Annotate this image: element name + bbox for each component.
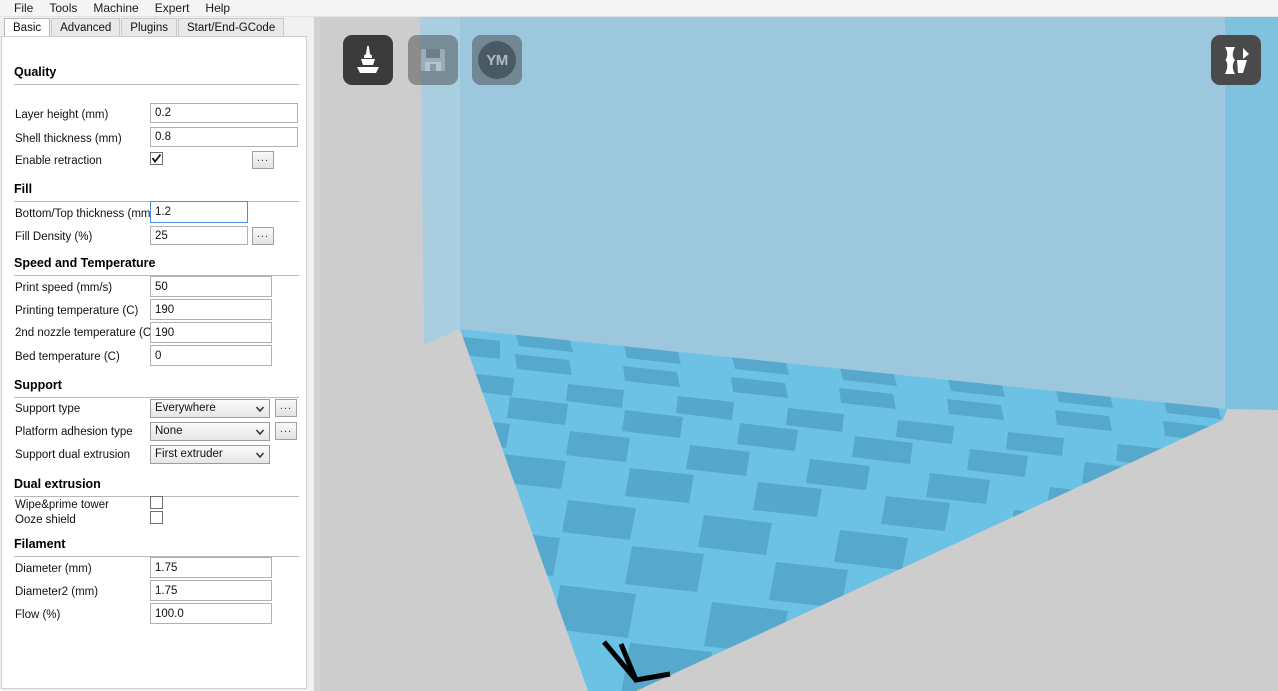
button-platform-adhesion-options[interactable]: ... xyxy=(275,422,297,440)
share-youmagine-button[interactable]: YM xyxy=(472,35,522,85)
chevron-down-icon xyxy=(255,405,265,412)
input-fill-density[interactable] xyxy=(150,226,248,245)
tab-plugins[interactable]: Plugins xyxy=(121,18,177,36)
youmagine-label: YM xyxy=(486,51,508,69)
panel-splitter[interactable] xyxy=(314,17,320,691)
input-bottom-top-thickness[interactable] xyxy=(150,201,248,223)
checkbox-ooze-shield[interactable] xyxy=(150,511,163,524)
input-shell-thickness[interactable] xyxy=(150,127,298,147)
input-diameter[interactable] xyxy=(150,557,272,578)
checkbox-wipe-prime-tower[interactable] xyxy=(150,496,163,509)
group-rule-support xyxy=(14,397,299,398)
chevron-down-icon xyxy=(255,451,265,458)
label-flow: Flow (%) xyxy=(15,609,61,621)
label-print-speed: Print speed (mm/s) xyxy=(15,282,113,294)
group-title-support: Support xyxy=(14,378,62,392)
input-flow[interactable] xyxy=(150,603,272,624)
group-title-dual-extrusion: Dual extrusion xyxy=(14,477,101,491)
menu-item-help[interactable]: Help xyxy=(197,0,238,16)
label-shell-thickness: Shell thickness (mm) xyxy=(15,133,122,145)
tab-basic[interactable]: Basic xyxy=(4,18,51,36)
group-title-speed-temperature: Speed and Temperature xyxy=(14,256,156,270)
label-wipe-prime-tower: Wipe&prime tower xyxy=(15,499,109,511)
settings-panel: Basic Advanced Plugins Start/End-GCode Q… xyxy=(0,17,320,691)
menu-item-expert[interactable]: Expert xyxy=(147,0,198,16)
group-title-quality: Quality xyxy=(14,65,57,79)
settings-form: Quality Layer height (mm) Shell thicknes… xyxy=(1,36,307,689)
input-print-speed[interactable] xyxy=(150,276,272,297)
select-platform-adhesion-type[interactable]: None xyxy=(150,422,270,441)
view-mode-button[interactable] xyxy=(1211,35,1261,85)
select-support-type[interactable]: Everywhere xyxy=(150,399,270,418)
group-title-fill: Fill xyxy=(14,182,33,196)
input-layer-height[interactable] xyxy=(150,103,298,123)
button-support-type-options[interactable]: ... xyxy=(275,399,297,417)
menu-item-machine[interactable]: Machine xyxy=(85,0,146,16)
label-support-type: Support type xyxy=(15,403,81,415)
select-support-dual-extrusion-value: First extruder xyxy=(155,448,223,460)
label-second-nozzle-temperature: 2nd nozzle temperature (C) xyxy=(15,327,155,339)
checkbox-enable-retraction[interactable] xyxy=(150,152,163,165)
button-retraction-options[interactable]: ... xyxy=(252,151,274,169)
settings-tab-strip: Basic Advanced Plugins Start/End-GCode xyxy=(0,17,320,36)
menu-bar: File Tools Machine Expert Help xyxy=(0,0,1278,17)
floppy-disk-icon xyxy=(421,49,445,71)
input-second-nozzle-temperature[interactable] xyxy=(150,322,272,343)
label-diameter2: Diameter2 (mm) xyxy=(15,586,99,598)
menu-item-tools[interactable]: Tools xyxy=(41,0,85,16)
tab-start-end-gcode[interactable]: Start/End-GCode xyxy=(178,18,285,36)
label-diameter: Diameter (mm) xyxy=(15,563,92,575)
select-support-dual-extrusion[interactable]: First extruder xyxy=(150,445,270,464)
menu-item-file[interactable]: File xyxy=(6,0,41,16)
label-layer-height: Layer height (mm) xyxy=(15,109,109,121)
label-platform-adhesion-type: Platform adhesion type xyxy=(15,426,133,438)
label-fill-density: Fill Density (%) xyxy=(15,231,93,243)
tab-advanced[interactable]: Advanced xyxy=(51,18,121,36)
label-enable-retraction: Enable retraction xyxy=(15,155,102,167)
label-ooze-shield: Ooze shield xyxy=(15,514,76,526)
view-mode-icon xyxy=(1225,47,1249,74)
save-toolpath-button[interactable] xyxy=(408,35,458,85)
input-diameter2[interactable] xyxy=(150,580,272,601)
label-printing-temperature: Printing temperature (C) xyxy=(15,305,139,317)
group-title-filament: Filament xyxy=(14,537,66,551)
build-volume-scene xyxy=(320,17,1278,691)
checkmark-icon xyxy=(151,153,162,164)
select-support-type-value: Everywhere xyxy=(155,402,216,414)
load-model-button[interactable] xyxy=(343,35,393,85)
input-bed-temperature[interactable] xyxy=(150,345,272,366)
load-model-icon xyxy=(357,46,379,73)
chevron-down-icon xyxy=(255,428,265,435)
label-support-dual-extrusion: Support dual extrusion xyxy=(15,449,131,461)
3d-viewport[interactable]: YM xyxy=(320,17,1278,691)
youmagine-icon: YM xyxy=(478,41,516,79)
input-printing-temperature[interactable] xyxy=(150,299,272,320)
button-fill-density-options[interactable]: ... xyxy=(252,227,274,245)
label-bed-temperature: Bed temperature (C) xyxy=(15,351,120,363)
label-bottom-top-thickness: Bottom/Top thickness (mm) xyxy=(15,208,155,220)
cura-application-window: File Tools Machine Expert Help YM Basic … xyxy=(0,0,1278,691)
group-rule-quality xyxy=(14,84,299,85)
select-platform-adhesion-type-value: None xyxy=(155,425,183,437)
